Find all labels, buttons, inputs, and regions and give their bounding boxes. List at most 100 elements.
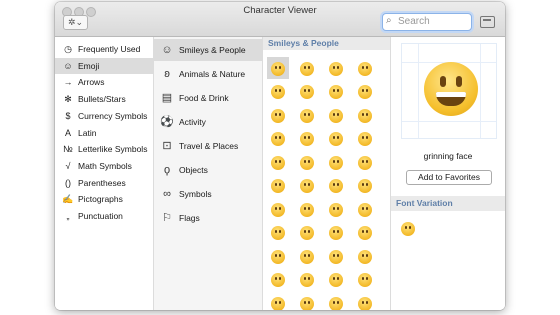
subcategory-item[interactable]: ϙ Objects — [154, 159, 262, 181]
emoji-cell[interactable] — [267, 175, 289, 197]
emoji-cell[interactable] — [325, 151, 347, 173]
emoji-cell[interactable] — [325, 81, 347, 103]
category-item[interactable]: ◷ Frequently Used — [55, 41, 153, 57]
smiley-face-icon — [300, 273, 314, 288]
emoji-cell[interactable] — [325, 269, 347, 291]
emoji-cell[interactable] — [354, 198, 376, 220]
sidebar-toggle-button[interactable] — [480, 16, 495, 28]
search-field[interactable]: ⌕ — [382, 13, 472, 31]
emoji-cell[interactable] — [354, 245, 376, 267]
subcategory-item[interactable]: ▤ Food & Drink — [154, 87, 262, 109]
emoji-cell[interactable] — [296, 245, 318, 267]
category-item[interactable]: $ Currency Symbols — [55, 108, 153, 124]
emoji-cell[interactable] — [296, 269, 318, 291]
smiley-face-icon — [271, 226, 285, 241]
ball-icon: ⚽ — [160, 116, 174, 128]
add-to-favorites-button[interactable]: Add to Favorites — [406, 170, 492, 185]
emoji-cell[interactable] — [325, 175, 347, 197]
punctuation-icon: „ — [66, 211, 70, 221]
emoji-cell[interactable] — [325, 198, 347, 220]
category-item[interactable]: ✻ Bullets/Stars — [55, 91, 153, 107]
category-item[interactable]: № Letterlike Symbols — [55, 141, 153, 157]
emoji-cell[interactable] — [354, 151, 376, 173]
emoji-cell[interactable] — [267, 292, 289, 310]
category-item[interactable]: A Latin — [55, 125, 153, 141]
detail-pane: grinning face Add to Favorites Font Vari… — [391, 37, 505, 310]
emoji-cell[interactable] — [296, 128, 318, 150]
emoji-cell[interactable] — [354, 292, 376, 310]
smiley-face-icon — [271, 179, 285, 194]
food-icon: ▤ — [161, 92, 173, 104]
subcategory-item[interactable]: ⚽ Activity — [154, 111, 262, 133]
emoji-cell[interactable] — [296, 292, 318, 310]
emoji-cell[interactable] — [296, 57, 318, 79]
subcategory-list: ☺ Smileys & People ʚ Animals & Nature ▤ Food … — [154, 37, 263, 310]
category-label: Letterlike Symbols — [78, 144, 148, 155]
smiley-face-icon — [300, 132, 314, 147]
emoji-cell[interactable] — [296, 198, 318, 220]
latin-a-icon: A — [64, 127, 71, 138]
subcategory-item[interactable]: ⊡ Travel & Places — [154, 135, 262, 157]
emoji-cell[interactable] — [267, 57, 289, 79]
emoji-cell[interactable] — [296, 104, 318, 126]
emoji-cell[interactable] — [354, 57, 376, 79]
category-item[interactable]: → Arrows — [55, 74, 153, 90]
emoji-cell[interactable] — [296, 151, 318, 173]
emoji-cell[interactable] — [354, 175, 376, 197]
emoji-cell[interactable] — [354, 81, 376, 103]
symbols-icon: ∞ — [163, 188, 171, 200]
bear-icon: ʚ — [164, 68, 170, 80]
smiley-face-icon — [271, 61, 285, 76]
search-input[interactable] — [398, 15, 466, 27]
smiley-face-icon — [300, 85, 314, 100]
emoji-cell[interactable] — [267, 222, 289, 244]
emoji-cell[interactable] — [354, 269, 376, 291]
font-variation-emoji[interactable] — [397, 217, 419, 239]
smiley-icon: ☺ — [161, 44, 173, 56]
smiley-face-icon — [271, 273, 285, 288]
action-menu-button[interactable]: ✲⌄ — [63, 15, 88, 30]
emoji-cell[interactable] — [325, 222, 347, 244]
smiley-face-icon — [271, 202, 285, 217]
emoji-cell[interactable] — [267, 81, 289, 103]
category-label: Punctuation — [78, 211, 123, 221]
category-item[interactable]: () Parentheses — [55, 175, 153, 191]
emoji-cell[interactable] — [354, 222, 376, 244]
emoji-cell[interactable] — [267, 198, 289, 220]
emoji-cell[interactable] — [296, 81, 318, 103]
smiley-face-icon — [329, 155, 343, 170]
smiley-face-icon — [300, 155, 314, 170]
smiley-face-icon — [358, 273, 372, 288]
parentheses-icon: () — [65, 177, 71, 188]
emoji-cell[interactable] — [325, 104, 347, 126]
subcategory-item[interactable]: ʚ Animals & Nature — [154, 63, 262, 85]
emoji-cell[interactable] — [354, 104, 376, 126]
emoji-cell[interactable] — [354, 128, 376, 150]
category-item[interactable]: ☺ Emoji — [55, 57, 153, 74]
subcategory-item[interactable]: ☺ Smileys & People — [154, 39, 262, 61]
emoji-cell[interactable] — [325, 57, 347, 79]
emoji-cell[interactable] — [267, 269, 289, 291]
smiley-face-icon — [329, 273, 343, 288]
smiley-face-icon — [329, 226, 343, 241]
emoji-cell[interactable] — [267, 104, 289, 126]
car-icon: ⊡ — [162, 140, 172, 152]
emoji-cell[interactable] — [267, 151, 289, 173]
subcategory-item[interactable]: ⚐ Flags — [154, 207, 262, 229]
smiley-face-icon — [300, 226, 314, 241]
smiley-face-icon — [358, 85, 372, 100]
category-label: Latin — [78, 127, 97, 138]
category-item[interactable]: √ Math Symbols — [55, 158, 153, 174]
smiley-face-icon — [300, 202, 314, 217]
emoji-cell[interactable] — [296, 222, 318, 244]
category-item[interactable]: „ Punctuation — [55, 208, 153, 224]
category-item[interactable]: ✍ Pictographs — [55, 191, 153, 207]
emoji-cell[interactable] — [267, 128, 289, 150]
emoji-cell[interactable] — [267, 245, 289, 267]
emoji-cell[interactable] — [296, 175, 318, 197]
emoji-cell[interactable] — [325, 128, 347, 150]
subcategory-label: Flags — [179, 213, 200, 223]
emoji-cell[interactable] — [325, 292, 347, 310]
subcategory-item[interactable]: ∞ Symbols — [154, 183, 262, 205]
emoji-cell[interactable] — [325, 245, 347, 267]
